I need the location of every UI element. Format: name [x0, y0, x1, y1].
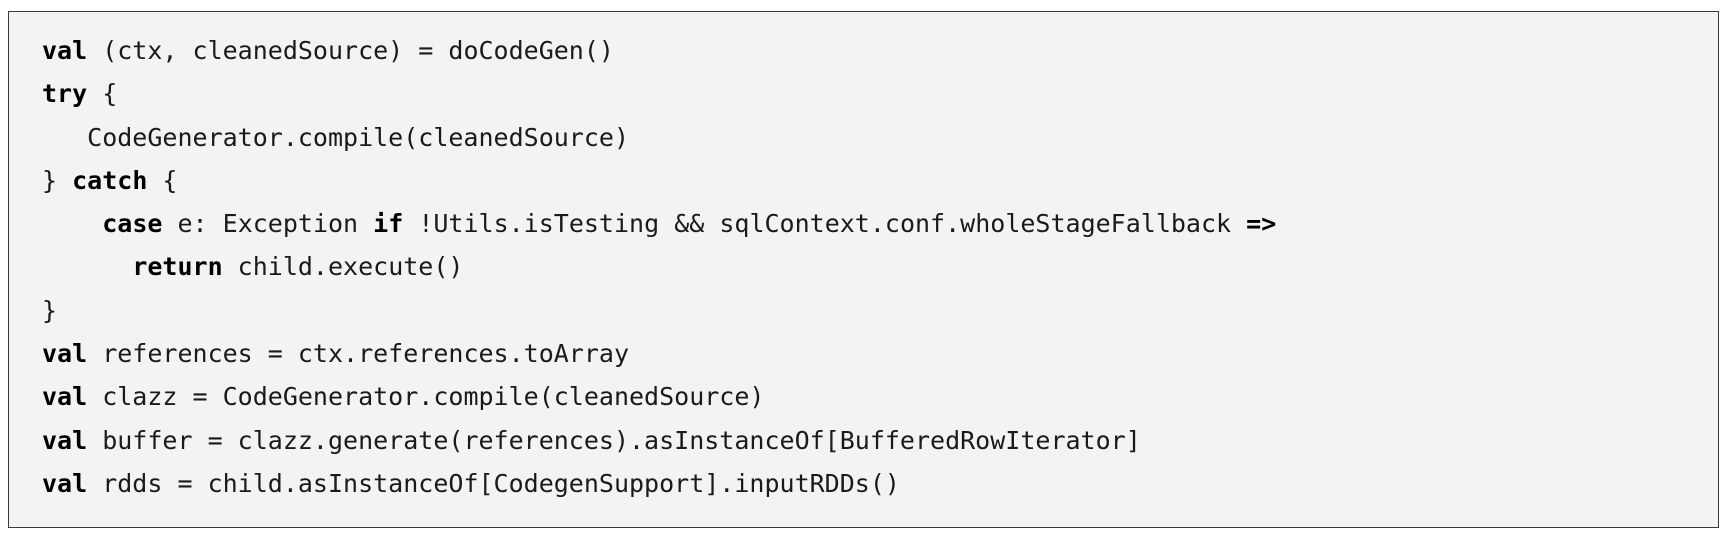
- code-keyword: val: [42, 36, 88, 65]
- code-keyword: val: [42, 468, 88, 498]
- code-line: try {: [42, 72, 1276, 115]
- code-text: {: [147, 165, 178, 195]
- code-keyword: val: [42, 382, 88, 412]
- code-line: val buffer = clazz.generate(references).…: [42, 419, 1276, 462]
- code-block: val (ctx, cleanedSource) = doCodeGen() tr…: [8, 11, 1719, 528]
- code-listing: val (ctx, cleanedSource) = doCodeGen() tr…: [42, 29, 1276, 505]
- code-keyword: try: [42, 79, 88, 109]
- code-line: } catch {: [42, 159, 1276, 202]
- code-line: case e: Exception if !Utils.isTesting &&…: [42, 202, 1276, 245]
- code-line: }: [42, 289, 1276, 332]
- code-line: return child.execute(): [42, 245, 1276, 288]
- code-text: clazz = CodeGenerator.compile(cleanedSou…: [87, 382, 765, 412]
- code-line: val (ctx, cleanedSource) = doCodeGen(): [42, 29, 1276, 72]
- code-keyword: catch: [72, 165, 148, 195]
- code-text: buffer = clazz.generate(references).asIn…: [87, 425, 1141, 455]
- code-keyword: =>: [1246, 209, 1277, 239]
- code-line: CodeGenerator.compile(cleanedSource): [42, 116, 1276, 159]
- code-keyword: case: [102, 209, 163, 239]
- code-text: references = ctx.references.toArray: [87, 339, 630, 369]
- code-text: {: [87, 79, 118, 109]
- code-line: val clazz = CodeGenerator.compile(cleane…: [42, 375, 1276, 418]
- code-line: val references = ctx.references.toArray: [42, 332, 1276, 375]
- code-text: (ctx, cleanedSource) = doCodeGen(): [87, 36, 614, 65]
- code-keyword: return: [132, 252, 223, 282]
- code-text: rdds = child.asInstanceOf[CodegenSupport…: [87, 468, 900, 498]
- code-text: CodeGenerator.compile(cleanedSource): [42, 122, 629, 152]
- code-text: !Utils.isTesting && sqlContext.conf.whol…: [403, 209, 1247, 239]
- code-text: }: [42, 165, 73, 195]
- code-text: e: Exception: [162, 209, 374, 239]
- code-text: }: [42, 295, 58, 325]
- code-keyword: val: [42, 339, 88, 369]
- code-keyword: if: [373, 209, 404, 239]
- code-keyword: val: [42, 425, 88, 455]
- code-text: child.execute(): [222, 252, 464, 282]
- code-line: val rdds = child.asInstanceOf[CodegenSup…: [42, 462, 1276, 505]
